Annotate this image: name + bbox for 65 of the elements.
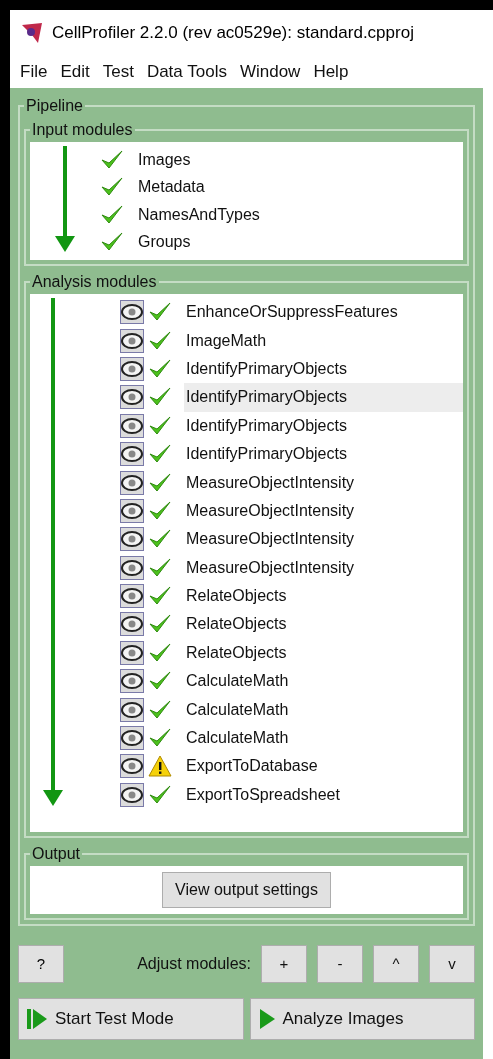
module-name[interactable]: IdentifyPrimaryObjects [184,439,463,469]
group-title: Output [31,844,82,864]
view-output-settings-button[interactable]: View output settings [162,872,331,908]
module-name[interactable]: IdentifyPrimaryObjects [184,383,463,412]
menu-item[interactable]: Edit [60,58,90,85]
module-name[interactable]: NamesAndTypes [138,202,260,227]
eye-icon[interactable] [120,640,144,665]
module-name[interactable]: RelateObjects [184,581,463,611]
eye-icon[interactable] [120,498,144,523]
eye-icon[interactable] [120,697,144,722]
eye-icon[interactable] [120,356,144,381]
module-name[interactable]: MeasureObjectIntensity [184,525,463,554]
module-name[interactable]: MeasureObjectIntensity [184,553,463,582]
eye-icon[interactable] [120,612,144,637]
eye-icon[interactable] [120,782,144,807]
eye-icon[interactable] [120,442,144,467]
module-name[interactable]: Metadata [138,175,205,200]
module-name[interactable]: ExportToDatabase [184,752,463,781]
module-name[interactable]: IdentifyPrimaryObjects [184,411,463,440]
down-arrow-icon [42,298,64,806]
eye-icon[interactable] [120,754,144,779]
module-name[interactable]: ImageMath [184,326,463,355]
add-module-button[interactable]: + [261,945,307,983]
module-name[interactable]: IdentifyPrimaryObjects [184,354,463,384]
module-name[interactable]: MeasureObjectIntensity [184,496,463,526]
eye-icon[interactable] [120,328,144,353]
eye-icon[interactable] [120,470,144,495]
module-name[interactable]: Images [138,147,191,172]
menu-item[interactable]: Test [102,58,134,85]
group-title: Analysis modules [31,272,158,292]
module-name[interactable]: Groups [138,230,191,255]
module-name[interactable]: MeasureObjectIntensity [184,468,463,497]
eye-icon[interactable] [120,413,144,438]
analyze-images-button[interactable]: Analyze Images [249,998,475,1040]
remove-module-button[interactable]: - [317,945,363,983]
module-name[interactable]: CalculateMath [184,667,463,696]
step-play-icon [27,1008,47,1030]
eye-icon[interactable] [120,385,144,410]
module-name[interactable]: ExportToSpreadsheet [184,780,463,810]
move-up-button[interactable]: ^ [373,945,419,983]
start-test-mode-button[interactable]: Start Test Mode [18,998,244,1040]
menu-item[interactable]: Data Tools [146,58,227,85]
eye-icon[interactable] [120,669,144,694]
play-icon [258,1008,275,1030]
move-down-button[interactable]: v [429,945,475,983]
eye-icon[interactable] [120,726,144,751]
module-name[interactable]: RelateObjects [184,638,463,668]
app-logo-icon [20,20,44,45]
module-name[interactable]: CalculateMath [184,723,463,753]
eye-icon[interactable] [120,300,144,325]
menu-item[interactable]: Help [313,58,349,85]
module-name[interactable]: CalculateMath [184,695,463,724]
menu-item[interactable]: Window [239,58,301,85]
group-title: Pipeline [25,96,84,116]
down-arrow-icon [54,146,76,252]
module-name[interactable]: EnhanceOrSuppressFeatures [184,298,463,327]
adjust-modules-label: Adjust modules: [137,954,251,974]
module-name[interactable]: RelateObjects [184,610,463,639]
help-button[interactable]: ? [18,945,64,983]
menu-item[interactable]: File [20,58,48,85]
eye-icon[interactable] [120,527,144,552]
group-title: Input modules [31,120,134,140]
window-title: CellProfiler 2.2.0 (rev ac0529e): standard.cpproj [52,21,414,44]
eye-icon[interactable] [120,584,144,609]
eye-icon[interactable] [120,555,144,580]
